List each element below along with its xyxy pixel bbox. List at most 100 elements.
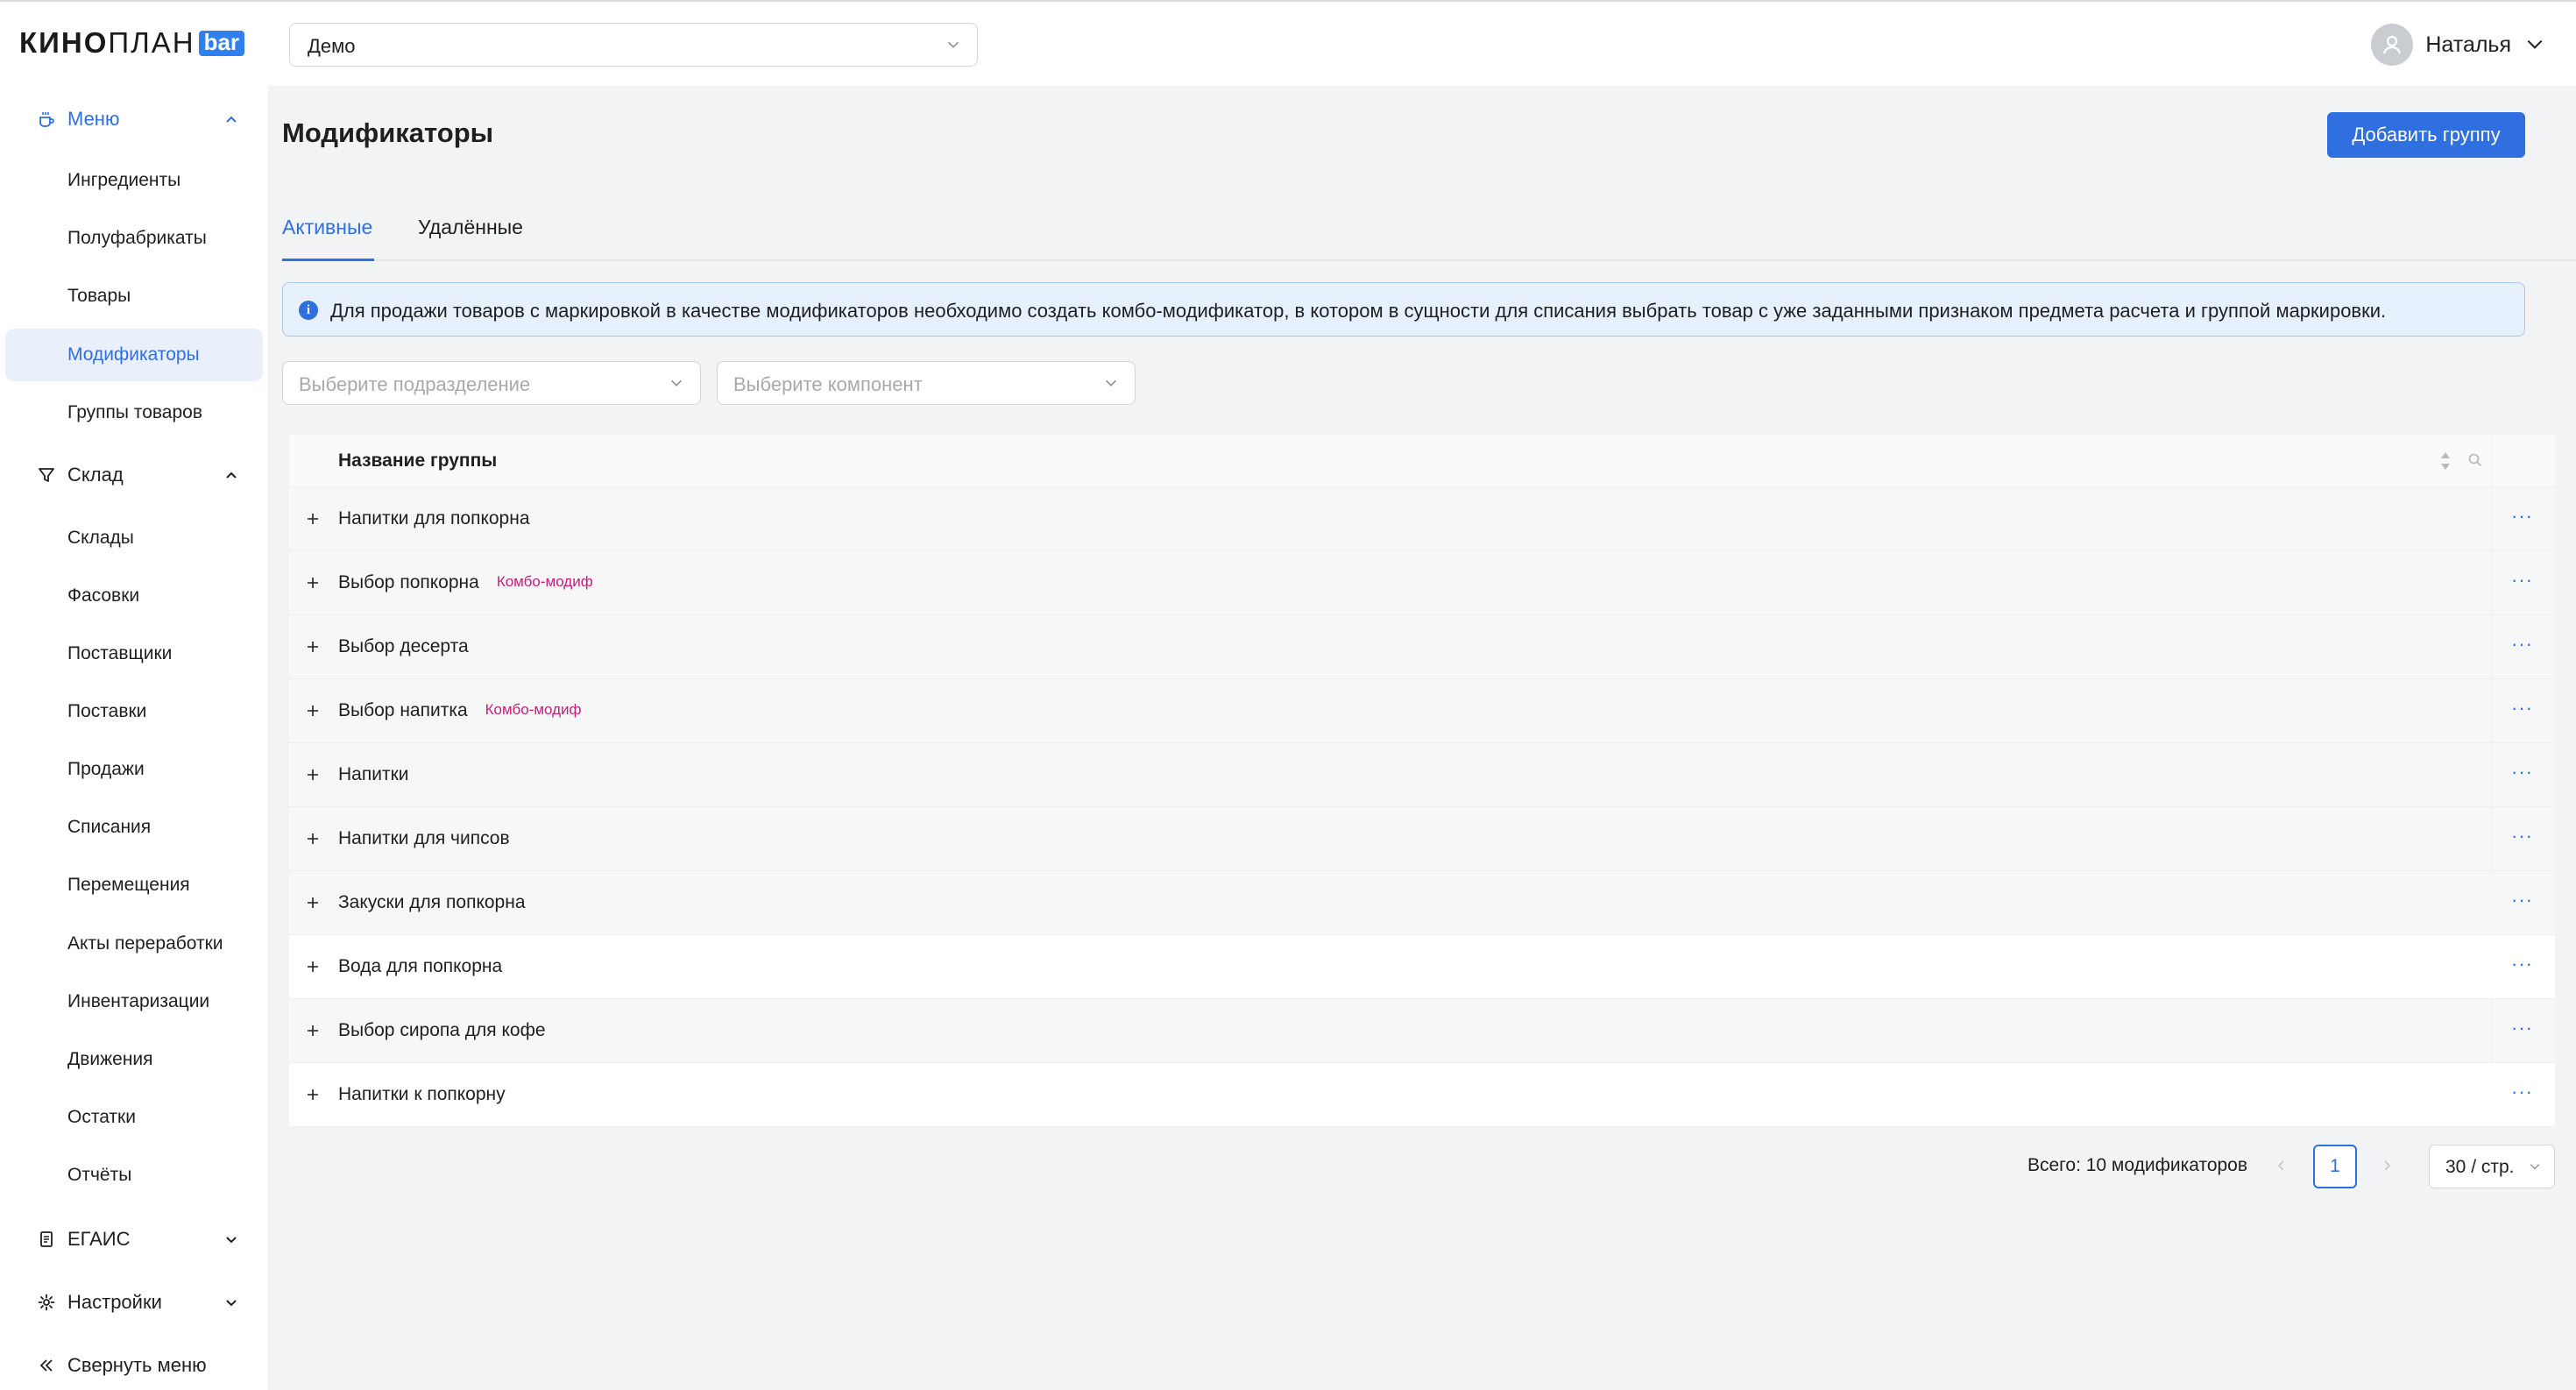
user-menu[interactable]: Наталья <box>2371 23 2544 67</box>
nav-section-egais[interactable]: ЕГАИС <box>0 1208 268 1271</box>
sidebar-item-label: Полуфабрикаты <box>67 228 207 248</box>
table-row[interactable]: Вода для попкорна ··· <box>289 935 2555 999</box>
sidebar: КИНОПЛАН bar Меню Ингредиенты Полуфабрик… <box>0 0 268 1390</box>
expand-plus-icon[interactable] <box>303 701 322 720</box>
table-row[interactable]: Напитки ··· <box>289 743 2555 807</box>
user-name: Наталья <box>2425 32 2511 57</box>
sidebar-item-suppliers[interactable]: Поставщики <box>5 628 263 680</box>
department-select[interactable]: Демо <box>289 23 978 67</box>
expand-plus-icon[interactable] <box>303 637 322 656</box>
sidebar-item-reports[interactable]: Отчёты <box>5 1149 263 1202</box>
row-name: Напитки <box>338 764 409 784</box>
row-actions-button[interactable]: ··· <box>2511 633 2533 656</box>
nav-section-settings[interactable]: Настройки <box>0 1271 268 1334</box>
logo-badge: bar <box>198 30 245 56</box>
modifier-groups-table: Название группы Напитки для попкорна ···… <box>289 435 2555 1127</box>
row-name: Выбор напитка <box>338 700 468 720</box>
row-actions-button[interactable]: ··· <box>2511 761 2533 784</box>
double-chevron-left-icon <box>35 1354 58 1377</box>
expand-plus-icon[interactable] <box>303 573 322 592</box>
row-name: Выбор десерта <box>338 636 469 656</box>
collapse-menu-button[interactable]: Свернуть меню <box>0 1334 268 1390</box>
chevron-left-icon[interactable] <box>2273 1157 2290 1174</box>
sidebar-item-warehouses[interactable]: Склады <box>5 512 263 564</box>
expand-plus-icon[interactable] <box>303 509 322 528</box>
sidebar-item-sales[interactable]: Продажи <box>5 743 263 796</box>
sidebar-item-goods[interactable]: Товары <box>5 270 263 323</box>
sidebar-item-ingredients[interactable]: Ингредиенты <box>5 154 263 207</box>
sidebar-item-label: Списания <box>67 817 152 837</box>
top-bar: Демо Наталья <box>268 0 2576 86</box>
expand-plus-icon[interactable] <box>303 1085 322 1104</box>
sidebar-item-label: Продажи <box>67 759 145 779</box>
tab-active[interactable]: Активные <box>282 216 374 261</box>
sidebar-item-movements[interactable]: Движения <box>5 1033 263 1086</box>
table-header: Название группы <box>289 435 2555 487</box>
alert-text: Для продажи товаров с маркировкой в каче… <box>330 300 2387 322</box>
sidebar-item-packaging[interactable]: Фасовки <box>5 570 263 622</box>
table-row[interactable]: Напитки для чипсов ··· <box>289 807 2555 871</box>
search-icon[interactable] <box>2467 452 2483 468</box>
row-actions-button[interactable]: ··· <box>2511 1017 2533 1039</box>
sidebar-item-write-offs[interactable]: Списания <box>5 801 263 854</box>
row-actions-button[interactable]: ··· <box>2511 889 2533 911</box>
gear-icon <box>35 1291 58 1314</box>
expand-plus-icon[interactable] <box>303 765 322 784</box>
row-actions-button[interactable]: ··· <box>2511 505 2533 528</box>
combo-modifier-tag: Комбо-модиф <box>496 573 593 590</box>
row-actions-button[interactable]: ··· <box>2511 1081 2533 1103</box>
table-row[interactable]: Закуски для попкорна ··· <box>289 871 2555 935</box>
table-row[interactable]: Выбор попкорна Комбо-модиф ··· <box>289 551 2555 615</box>
column-header-group-name: Название группы <box>338 450 498 471</box>
sidebar-item-semi-finished[interactable]: Полуфабрикаты <box>5 212 263 265</box>
sidebar-item-label: Ингредиенты <box>67 170 181 190</box>
component-select[interactable]: Выберите компонент <box>717 361 1136 405</box>
sidebar-item-product-groups[interactable]: Группы товаров <box>5 387 263 439</box>
sidebar-item-label: Движения <box>67 1049 153 1069</box>
row-actions-button[interactable]: ··· <box>2511 569 2533 592</box>
sidebar-item-label: Перемещения <box>67 875 190 895</box>
sidebar-item-deliveries[interactable]: Поставки <box>5 685 263 738</box>
table-row[interactable]: Выбор напитка Комбо-модиф ··· <box>289 679 2555 743</box>
chevron-down-icon <box>2530 1164 2540 1170</box>
chevron-right-icon[interactable] <box>2378 1157 2396 1174</box>
sidebar-item-label: Отчёты <box>67 1165 132 1185</box>
table-row[interactable]: Напитки для попкорна ··· <box>289 487 2555 551</box>
row-name: Вода для попкорна <box>338 956 503 976</box>
logo[interactable]: КИНОПЛАН bar <box>19 26 245 59</box>
add-group-button[interactable]: Добавить группу <box>2327 112 2525 158</box>
sort-icon[interactable] <box>2439 450 2452 472</box>
coffee-cup-icon <box>35 108 58 131</box>
sidebar-item-label: Товары <box>67 286 131 306</box>
subdivision-select[interactable]: Выберите подразделение <box>282 361 701 405</box>
page-title: Модификаторы <box>282 117 494 148</box>
nav-section-label: Склад <box>67 464 124 486</box>
sidebar-item-transfers[interactable]: Перемещения <box>5 859 263 911</box>
chevron-down-icon <box>1106 379 1116 387</box>
pagination-total: Всего: 10 модификаторов <box>2028 1155 2248 1175</box>
table-row[interactable]: Выбор десерта ··· <box>289 615 2555 679</box>
sidebar-item-modifiers[interactable]: Модификаторы <box>5 329 263 381</box>
expand-plus-icon[interactable] <box>303 957 322 976</box>
nav-section-menu[interactable]: Меню <box>0 88 268 151</box>
row-name: Выбор сиропа для кофе <box>338 1020 546 1040</box>
row-actions-button[interactable]: ··· <box>2511 825 2533 847</box>
row-actions-button[interactable]: ··· <box>2511 697 2533 720</box>
page-size-select[interactable]: 30 / стр. <box>2429 1145 2555 1188</box>
pagination-page-1[interactable]: 1 <box>2313 1145 2357 1188</box>
row-name: Напитки для чипсов <box>338 828 510 848</box>
row-name: Напитки для попкорна <box>338 508 530 528</box>
sidebar-item-processing-acts[interactable]: Акты переработки <box>5 918 263 970</box>
expand-plus-icon[interactable] <box>303 893 322 912</box>
tab-deleted[interactable]: Удалённые <box>418 216 523 261</box>
sidebar-item-stock[interactable]: Остатки <box>5 1091 263 1144</box>
expand-plus-icon[interactable] <box>303 829 322 848</box>
table-row[interactable]: Напитки к попкорну ··· <box>289 1063 2555 1127</box>
expand-plus-icon[interactable] <box>303 1021 322 1040</box>
sidebar-item-label: Модификаторы <box>67 344 200 365</box>
row-actions-button[interactable]: ··· <box>2511 953 2533 975</box>
sidebar-item-inventories[interactable]: Инвентаризации <box>5 975 263 1028</box>
nav-section-warehouse[interactable]: Склад <box>0 443 268 507</box>
row-name: Закуски для попкорна <box>338 892 526 912</box>
table-row[interactable]: Выбор сиропа для кофе ··· <box>289 999 2555 1063</box>
